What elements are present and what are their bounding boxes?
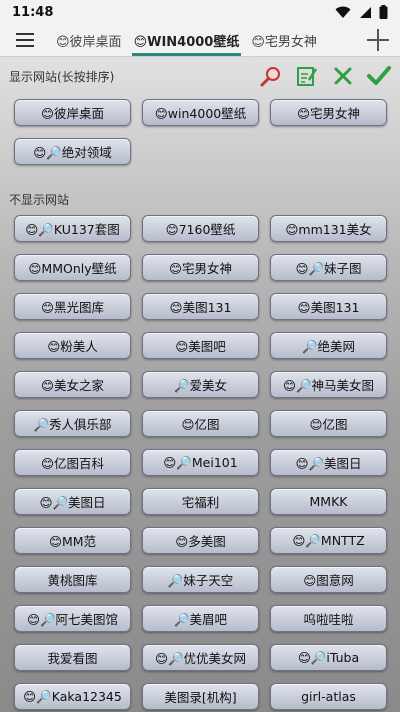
hamburger-menu-icon (16, 33, 34, 47)
hidden-site-chip[interactable]: 🔎秀人俱乐部 (14, 410, 131, 437)
hidden-site-chip[interactable]: 🔎妹子天空 (142, 566, 259, 593)
hidden-site-chip[interactable]: girl-atlas (270, 683, 387, 710)
close-x-icon (334, 67, 352, 85)
hidden-site-chip[interactable]: 😊🔎KU137套图 (14, 215, 131, 242)
hidden-site-chip[interactable]: 🔎美眉吧 (142, 605, 259, 632)
status-bar: 11:48 (0, 0, 400, 24)
hidden-site-chip[interactable]: 😊图意网 (270, 566, 387, 593)
edit-button[interactable] (294, 63, 320, 89)
checkmark-icon (367, 66, 391, 85)
hidden-site-chip[interactable]: 😊亿图 (142, 410, 259, 437)
signal-icon (360, 6, 371, 18)
plus-icon (367, 29, 389, 51)
hidden-sites-title: 不显示网站 (9, 192, 70, 207)
hidden-site-chip[interactable]: 😊🔎iTuba (270, 644, 387, 671)
hidden-site-chip[interactable]: 😊亿图百科 (14, 449, 131, 476)
hidden-site-chip[interactable]: 😊亿图 (270, 410, 387, 437)
hidden-site-chip[interactable]: 😊🔎妹子图 (270, 254, 387, 281)
confirm-button[interactable] (366, 63, 392, 89)
hidden-site-chip[interactable]: 😊7160壁纸 (142, 215, 259, 242)
header-actions (258, 63, 392, 89)
shown-sites-title: 显示网站(长按排序) (9, 69, 115, 84)
hidden-site-chip[interactable]: 美图录[机构] (142, 683, 259, 710)
hidden-site-chip[interactable]: 🔎绝美网 (270, 332, 387, 359)
hidden-site-chip[interactable]: 😊🔎Mei101 (142, 449, 259, 476)
hidden-site-chip[interactable]: 呜啦哇啦 (270, 605, 387, 632)
edit-document-icon (297, 67, 318, 86)
hidden-site-chip[interactable]: 😊MMOnly壁纸 (14, 254, 131, 281)
hidden-site-chip[interactable]: 🔎爱美女 (142, 371, 259, 398)
hidden-site-chip[interactable]: 😊美图131 (270, 293, 387, 320)
hidden-site-chip[interactable]: 😊美女之家 (14, 371, 131, 398)
shown-site-chip[interactable]: 😊彼岸桌面 (14, 99, 131, 126)
shown-sites-header: 显示网站(长按排序) (0, 61, 400, 91)
hidden-sites-grid: 😊🔎KU137套图 😊7160壁纸 😊mm131美女 😊MMOnly壁纸 😊宅男… (0, 215, 400, 710)
hidden-site-chip[interactable]: 😊MM范 (14, 527, 131, 554)
hidden-site-chip[interactable]: 😊宅男女神 (142, 254, 259, 281)
hidden-site-chip[interactable]: 黄桃图库 (14, 566, 131, 593)
menu-button[interactable] (0, 24, 50, 56)
hidden-site-chip[interactable]: 我爱看图 (14, 644, 131, 671)
tab-zhainan[interactable]: 😊宅男女神 (245, 24, 323, 56)
magnifier-icon (260, 67, 280, 87)
status-icons (335, 5, 388, 19)
hidden-site-chip[interactable]: 宅福利 (142, 488, 259, 515)
hidden-site-chip[interactable]: 😊多美图 (142, 527, 259, 554)
hidden-site-chip[interactable]: 😊mm131美女 (270, 215, 387, 242)
hidden-site-chip[interactable]: 😊🔎美图日 (270, 449, 387, 476)
hidden-site-chip[interactable]: 😊粉美人 (14, 332, 131, 359)
wifi-icon (335, 6, 351, 18)
tab-bian[interactable]: 😊彼岸桌面 (50, 24, 128, 56)
battery-icon (379, 5, 388, 19)
hidden-site-chip[interactable]: 😊🔎神马美女图 (270, 371, 387, 398)
top-navigation: 😊彼岸桌面 😊WIN4000壁纸 😊宅男女神 (0, 24, 400, 57)
tab-win4000[interactable]: 😊WIN4000壁纸 (128, 24, 246, 56)
cancel-button[interactable] (330, 63, 356, 89)
shown-site-chip[interactable]: 😊🔎绝对领域 (14, 138, 131, 165)
hidden-site-chip[interactable]: 😊美图131 (142, 293, 259, 320)
hidden-site-chip[interactable]: 😊🔎美图日 (14, 488, 131, 515)
shown-sites-grid: 😊彼岸桌面 😊win4000壁纸 😊宅男女神 😊🔎绝对领域 (0, 99, 400, 165)
hidden-site-chip[interactable]: MMKK (270, 488, 387, 515)
hidden-site-chip[interactable]: 😊美图吧 (142, 332, 259, 359)
add-tab-button[interactable] (356, 24, 400, 56)
shown-site-chip[interactable]: 😊宅男女神 (270, 99, 387, 126)
status-time: 11:48 (12, 4, 54, 20)
search-button[interactable] (258, 63, 284, 89)
hidden-site-chip[interactable]: 😊🔎Kaka12345 (14, 683, 131, 710)
hidden-sites-header: 不显示网站 (0, 185, 400, 213)
hidden-site-chip[interactable]: 😊🔎MNTTZ (270, 527, 387, 554)
site-tabs: 😊彼岸桌面 😊WIN4000壁纸 😊宅男女神 (50, 24, 356, 56)
hidden-site-chip[interactable]: 😊黑光图库 (14, 293, 131, 320)
hidden-site-chip[interactable]: 😊🔎阿七美图馆 (14, 605, 131, 632)
shown-site-chip[interactable]: 😊win4000壁纸 (142, 99, 259, 126)
hidden-site-chip[interactable]: 😊🔎优优美女网 (142, 644, 259, 671)
